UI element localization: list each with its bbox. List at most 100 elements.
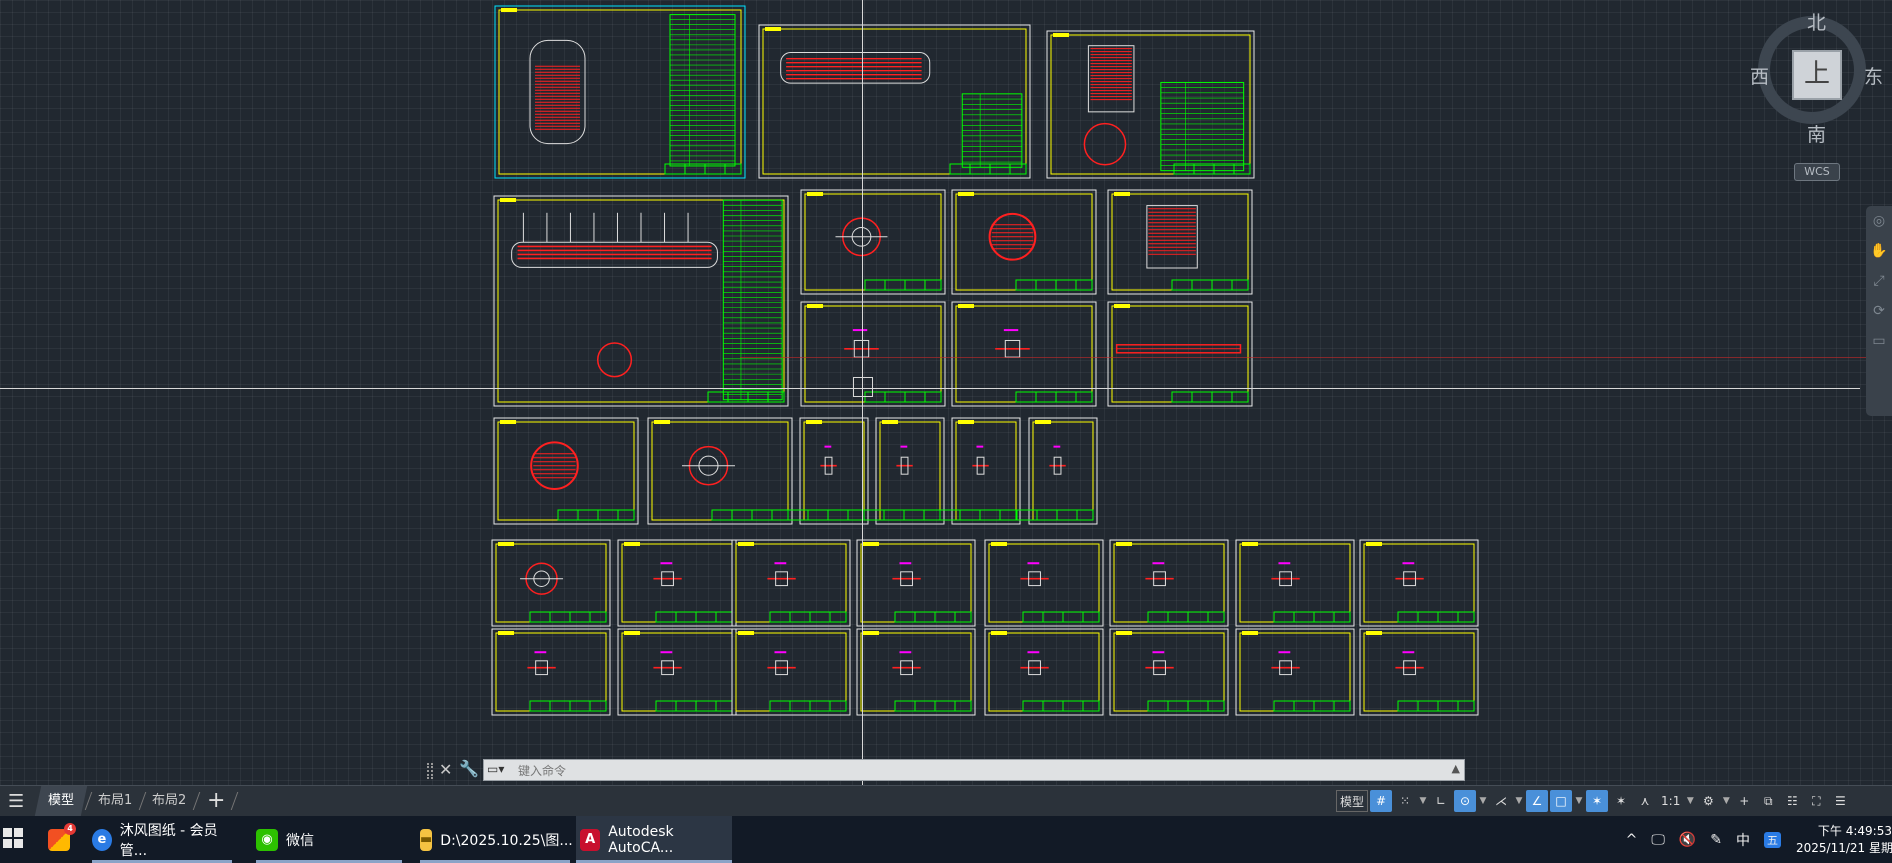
network-icon[interactable]: 🖵 — [1651, 832, 1665, 848]
model-space-toggle[interactable]: 模型 — [1336, 790, 1369, 812]
annotation-scale-value[interactable]: 1:1 — [1658, 790, 1683, 812]
polar-tracking-icon[interactable]: ⊙ — [1454, 790, 1477, 812]
taskbar-store-icon[interactable]: 4 — [48, 816, 78, 863]
command-prompt-icon[interactable]: ▭▾ — [487, 762, 504, 776]
navigation-bar[interactable]: ◎ ✋ ⤢ ⟳ ▭ — [1866, 206, 1892, 416]
sheet-outer-border — [984, 628, 1104, 716]
customize-menu-icon[interactable]: ☰ — [1829, 790, 1851, 812]
sheet-frame — [955, 421, 1017, 521]
ime-indicator[interactable]: 中 — [1736, 830, 1750, 850]
quick-properties-icon[interactable]: ☷ — [1781, 790, 1803, 812]
compass-south[interactable]: 南 — [1807, 120, 1826, 147]
wcs-menu[interactable]: WCS — [1794, 163, 1840, 181]
hamburger-menu-icon[interactable]: ☰ — [8, 791, 24, 812]
chevron-up-icon[interactable]: ^ — [1626, 832, 1638, 848]
command-line-grip[interactable] — [427, 763, 433, 779]
auto-scale-icon[interactable]: ✶ — [1610, 790, 1632, 812]
sheet-tag — [1116, 542, 1132, 546]
taskbar-app-browser[interactable]: e 沐风图纸 - 会员管... — [92, 816, 232, 863]
gear-icon[interactable]: ⚙ — [1697, 790, 1719, 812]
command-input[interactable] — [516, 761, 1440, 781]
sheet-outer-border — [1109, 628, 1229, 716]
section-circle — [596, 342, 633, 378]
layout-tab-bar: ☰ 模型 布局1 布局2 + 模型 # ⁙ ▼ ∟ ⊙ ▼ ⋌ ▼ ∠ □ ▼ … — [0, 785, 1892, 816]
sheet-frame — [1113, 632, 1225, 712]
sheet-outer-border — [951, 189, 1097, 295]
sheet-tag — [500, 198, 516, 202]
sheet-tag — [1035, 420, 1051, 424]
zoom-extents-icon[interactable]: ⤢ — [1866, 266, 1892, 296]
title-block — [1273, 611, 1351, 623]
orbit-icon[interactable]: ⟳ — [1866, 296, 1892, 326]
volume-muted-icon[interactable]: 🔇 — [1679, 832, 1696, 848]
taskbar-app-explorer[interactable]: ▬ D:\2025.10.25\图... — [420, 816, 573, 863]
units-icon[interactable]: ⧉ — [1757, 790, 1779, 812]
chevron-down-icon[interactable]: ▼ — [1514, 790, 1524, 812]
ucs-x-axis-line — [740, 357, 1892, 358]
sheet-outer-border — [491, 628, 611, 716]
object-snap-tracking-icon[interactable]: ∠ — [1526, 790, 1549, 812]
sheet-tag — [1242, 542, 1258, 546]
sheet-outer-border — [493, 417, 639, 525]
tab-model[interactable]: 模型 — [34, 786, 88, 816]
sheet-frame — [1050, 34, 1251, 175]
object-snap-icon[interactable]: □ — [1550, 790, 1573, 812]
compass-north[interactable]: 北 — [1807, 8, 1826, 35]
pan-icon[interactable]: ✋ — [1866, 236, 1892, 266]
pen-icon[interactable]: ✎ — [1710, 832, 1722, 848]
tab-layout2[interactable]: 布局2 — [142, 786, 196, 816]
chevron-down-icon[interactable]: ▼ — [1418, 790, 1428, 812]
sheet-tag — [958, 304, 974, 308]
sheet-tag — [501, 8, 517, 12]
sheet-frame — [988, 632, 1100, 712]
fullscreen-icon[interactable]: ⛶ — [1805, 790, 1827, 812]
crosshair-pickbox — [853, 377, 873, 397]
close-icon[interactable]: ✕ — [439, 760, 452, 779]
windows-start-icon[interactable] — [3, 828, 23, 848]
sheet-tag — [1242, 631, 1258, 635]
chevron-down-icon[interactable]: ▼ — [1721, 790, 1731, 812]
sheet-frame — [1032, 421, 1094, 521]
title-block — [655, 611, 733, 623]
sheet-outer-border — [731, 539, 851, 627]
plus-icon[interactable]: + — [1733, 790, 1755, 812]
compass-east[interactable]: 东 — [1864, 62, 1883, 89]
steering-wheel-icon[interactable]: ◎ — [1866, 206, 1892, 236]
command-field[interactable]: ▭▾ ▲ — [483, 759, 1465, 781]
title-block — [769, 611, 847, 623]
wechat-icon: ◉ — [256, 828, 278, 851]
annotation-visibility-icon[interactable]: ✶ — [1586, 790, 1609, 812]
sheet-frame — [804, 193, 942, 291]
title-block — [529, 700, 607, 712]
isodraft-icon[interactable]: ⋌ — [1490, 790, 1512, 812]
taskbar-app-wechat[interactable]: ◉ 微信 — [256, 816, 402, 863]
title-block — [769, 700, 847, 712]
viewcube-top-face[interactable]: 上 — [1792, 50, 1842, 100]
chevron-up-icon[interactable]: ▲ — [1452, 762, 1460, 775]
tab-layout1[interactable]: 布局1 — [88, 786, 142, 816]
system-clock[interactable]: 下午 4:49:53 2025/11/21 星期五 — [1796, 823, 1892, 857]
title-block — [1022, 700, 1100, 712]
status-bar: 模型 # ⁙ ▼ ∟ ⊙ ▼ ⋌ ▼ ∠ □ ▼ ✶ ✶ ⋏ 1:1 ▼ ⚙ ▼… — [1336, 789, 1851, 813]
autocad-icon: A — [580, 828, 601, 851]
chevron-down-icon[interactable]: ▼ — [1574, 790, 1584, 812]
chevron-down-icon[interactable]: ▼ — [1478, 790, 1488, 812]
model-space-canvas[interactable]: 上 北 南 东 西 WCS ◎ ✋ ⤢ ⟳ ▭ ✕ 🔧 ▭▾ ▲ — [0, 0, 1892, 785]
compass-west[interactable]: 西 — [1750, 62, 1769, 89]
sheet-outer-border — [1359, 539, 1479, 627]
add-layout-icon[interactable]: + — [207, 788, 225, 813]
title-block — [1397, 700, 1475, 712]
sheet-frame — [762, 28, 1027, 175]
ime-mode-icon[interactable]: 五 — [1764, 831, 1781, 848]
showmotion-icon[interactable]: ▭ — [1866, 326, 1892, 356]
chevron-down-icon[interactable]: ▼ — [1685, 790, 1695, 812]
grid-icon[interactable]: # — [1370, 790, 1393, 812]
viewcube[interactable]: 上 北 南 东 西 — [1750, 8, 1883, 146]
wrench-icon[interactable]: 🔧 — [459, 759, 479, 778]
annotation-scale-icon[interactable]: ⋏ — [1634, 790, 1656, 812]
taskbar-app-autocad[interactable]: A Autodesk AutoCA... — [576, 816, 732, 863]
snap-icon[interactable]: ⁙ — [1394, 790, 1416, 812]
ortho-icon[interactable]: ∟ — [1430, 790, 1452, 812]
sheet-frame — [1239, 632, 1351, 712]
title-block — [1397, 611, 1475, 623]
